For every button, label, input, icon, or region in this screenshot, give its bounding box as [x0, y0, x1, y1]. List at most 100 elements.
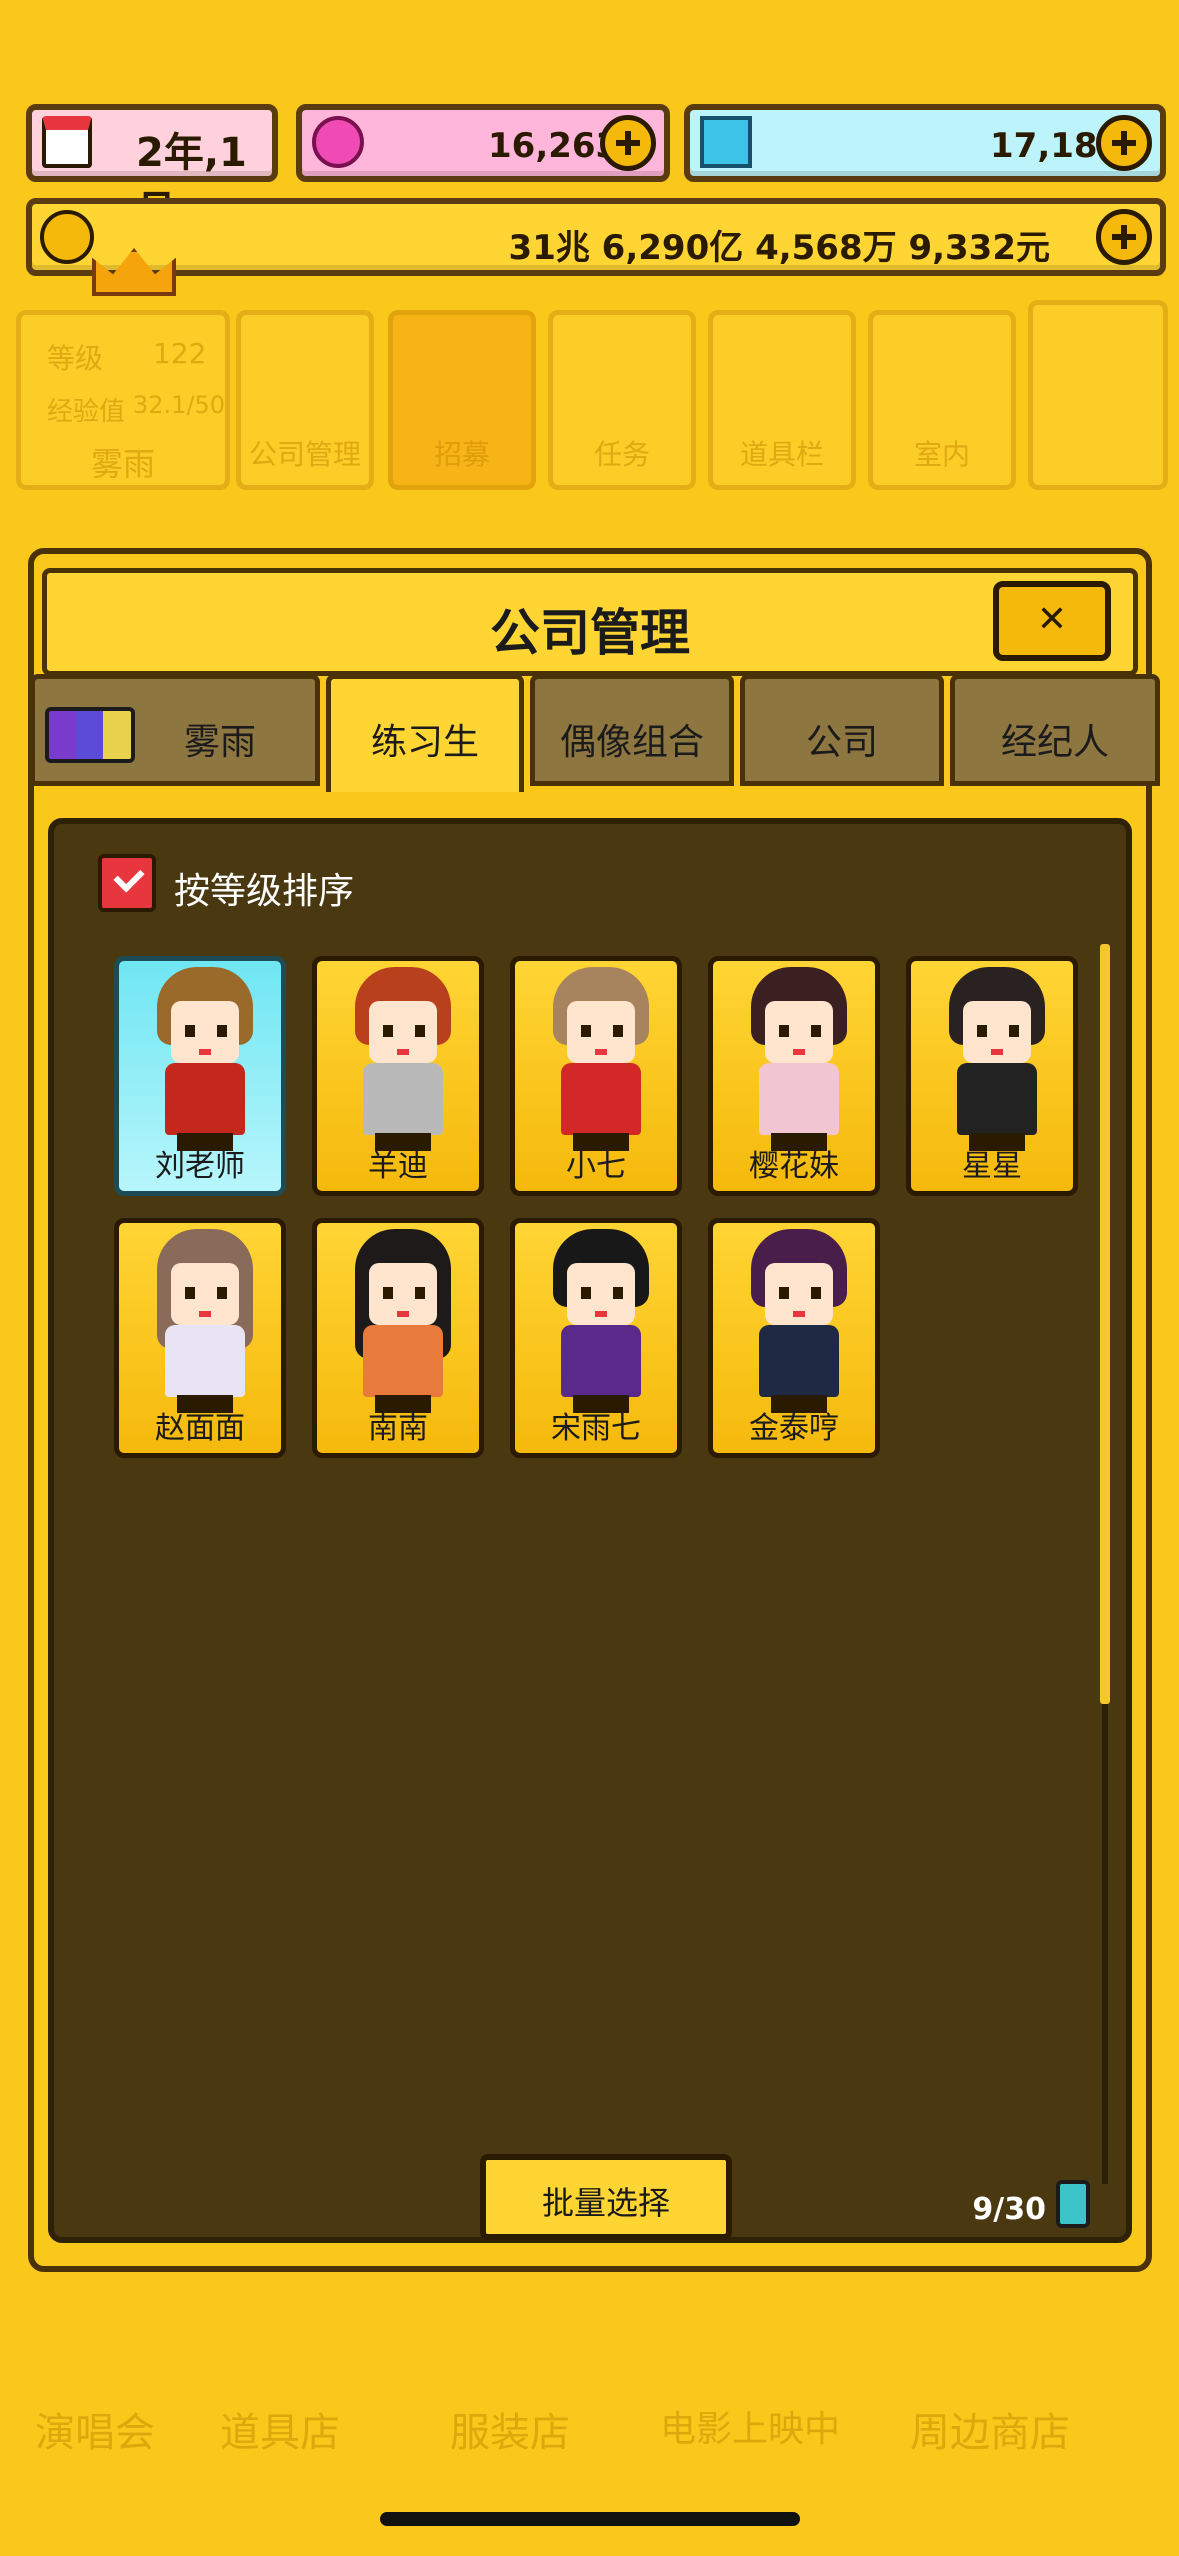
- close-button[interactable]: ✕: [993, 581, 1111, 661]
- batch-select-label: 批量选择: [541, 2184, 670, 2222]
- trainee-name: 金泰哼: [749, 1411, 839, 1446]
- nav-label: 道具店: [220, 2410, 340, 2456]
- tab-player[interactable]: 雾雨: [30, 674, 320, 786]
- trainee-name: 羊迪: [368, 1149, 428, 1184]
- avatar-eye: [977, 1025, 987, 1037]
- menu-inventory-button[interactable]: 道具栏: [708, 310, 856, 490]
- scrollbar-thumb[interactable]: [1100, 944, 1110, 1704]
- avatar-eye: [779, 1025, 789, 1037]
- calendar-icon: [42, 116, 92, 168]
- sort-checkbox[interactable]: [98, 854, 156, 912]
- trainee-card[interactable]: 南南: [312, 1218, 484, 1458]
- trainee-capacity-icon: [1056, 2180, 1090, 2228]
- mail-button[interactable]: [1028, 300, 1168, 490]
- batch-select-button[interactable]: 批量选择: [480, 2154, 732, 2240]
- trainee-name: 星星: [962, 1149, 1022, 1184]
- trainee-card[interactable]: 宋雨七: [510, 1218, 682, 1458]
- player-name: 雾雨: [90, 445, 155, 483]
- trainee-name: 宋雨七: [551, 1411, 641, 1446]
- company-management-dialog: 公司管理 ✕ 雾雨 练习生 偶像组合 公司 经纪人 按等级排序 刘老师 羊迪 小…: [28, 548, 1160, 2272]
- coin-icon: [40, 210, 94, 264]
- trainee-card[interactable]: 樱花妹: [708, 956, 880, 1196]
- tab-idol-groups[interactable]: 偶像组合: [530, 674, 734, 786]
- sort-label: 按等级排序: [174, 871, 355, 912]
- avatar-outfit: [957, 1063, 1037, 1135]
- avatar-eye: [185, 1025, 195, 1037]
- menu-label: 任务: [593, 438, 650, 471]
- home-indicator[interactable]: [380, 2512, 800, 2526]
- avatar-outfit: [561, 1325, 641, 1397]
- avatar-eye: [1009, 1025, 1019, 1037]
- tab-manager[interactable]: 经纪人: [950, 674, 1160, 786]
- avatar-eye: [581, 1287, 591, 1299]
- nav-label: 电影上映中: [659, 2409, 840, 2450]
- trainee-list-panel: 按等级排序 刘老师 羊迪 小七 樱花妹 星星 赵面面 南南 宋雨七 金泰哼 批量…: [48, 818, 1132, 2243]
- avatar-outfit: [363, 1325, 443, 1397]
- avatar-eye: [613, 1287, 623, 1299]
- nav-label: 服装店: [450, 2410, 570, 2456]
- avatar-outfit: [165, 1063, 245, 1135]
- bottom-nav-clothing-shop[interactable]: 服装店: [400, 2290, 620, 2490]
- menu-company-button[interactable]: 公司管理: [236, 310, 374, 490]
- menu-label: 招募: [433, 438, 490, 471]
- avatar-mouth: [793, 1311, 805, 1317]
- avatar-eye: [811, 1025, 821, 1037]
- trainee-name: 南南: [368, 1411, 428, 1446]
- avatar-eye: [383, 1025, 393, 1037]
- date-display: 2年,1月: [26, 104, 278, 234]
- add-money-button[interactable]: [1096, 209, 1152, 265]
- avatar-mouth: [793, 1049, 805, 1055]
- avatar-eye: [185, 1287, 195, 1299]
- exp-value: 32.1/50: [133, 391, 226, 419]
- dialog-title: 公司管理: [490, 604, 690, 662]
- add-pink-currency-button[interactable]: [600, 115, 656, 171]
- nav-label: 周边商店: [910, 2410, 1070, 2456]
- trainee-card[interactable]: 羊迪: [312, 956, 484, 1196]
- tab-trainees[interactable]: 练习生: [326, 674, 524, 792]
- tab-company[interactable]: 公司: [740, 674, 944, 786]
- trainee-card[interactable]: 小七: [510, 956, 682, 1196]
- close-icon: ✕: [1036, 599, 1068, 640]
- dialog-titlebar: 公司管理 ✕: [42, 568, 1138, 676]
- avatar-mouth: [991, 1049, 1003, 1055]
- bottom-nav-item-shop[interactable]: 道具店: [170, 2290, 390, 2490]
- avatar-outfit: [759, 1063, 839, 1135]
- diamond-icon: [700, 116, 752, 168]
- trainee-card[interactable]: 赵面面: [114, 1218, 286, 1458]
- avatar-eye: [779, 1287, 789, 1299]
- level-label: 等级: [47, 342, 104, 375]
- menu-label: 室内: [913, 438, 970, 471]
- avatar-mouth: [595, 1049, 607, 1055]
- player-panel: 等级 122 经验值 32.1/50 雾雨: [16, 310, 230, 490]
- avatar-eye: [811, 1287, 821, 1299]
- avatar-mouth: [199, 1049, 211, 1055]
- group-icon: [45, 707, 135, 763]
- avatar-eye: [415, 1287, 425, 1299]
- menu-quest-button[interactable]: 任务: [548, 310, 696, 490]
- bottom-nav-merch-shop[interactable]: 周边商店: [870, 2290, 1110, 2490]
- trainee-card[interactable]: 星星: [906, 956, 1078, 1196]
- add-blue-currency-button[interactable]: [1096, 115, 1152, 171]
- money-value: 31兆 6,290亿 4,568万 9,332元: [508, 228, 1050, 268]
- avatar-eye: [613, 1025, 623, 1037]
- blue-currency-bar: 17,186: [684, 104, 1166, 182]
- trainee-name: 樱花妹: [749, 1149, 839, 1184]
- avatar-eye: [217, 1025, 227, 1037]
- tab-label: 偶像组合: [559, 722, 704, 763]
- bottom-nav-movie[interactable]: 电影上映中: [630, 2290, 870, 2490]
- menu-interior-button[interactable]: 室内: [868, 310, 1016, 490]
- trainee-capacity: 9/30: [972, 2192, 1046, 2227]
- tab-label: 公司: [805, 722, 878, 763]
- avatar-mouth: [397, 1311, 409, 1317]
- avatar-eye: [217, 1287, 227, 1299]
- trainee-name: 小七: [566, 1149, 626, 1184]
- avatar-eye: [383, 1287, 393, 1299]
- trainee-card[interactable]: 刘老师: [114, 956, 286, 1196]
- trainee-name: 刘老师: [155, 1149, 245, 1184]
- trainee-card[interactable]: 金泰哼: [708, 1218, 880, 1458]
- avatar-eye: [581, 1025, 591, 1037]
- menu-recruit-button[interactable]: 招募: [388, 310, 536, 490]
- tab-label: 练习生: [370, 722, 479, 763]
- pink-currency-bar: 16,263: [296, 104, 670, 182]
- tab-label: 经纪人: [1000, 722, 1109, 763]
